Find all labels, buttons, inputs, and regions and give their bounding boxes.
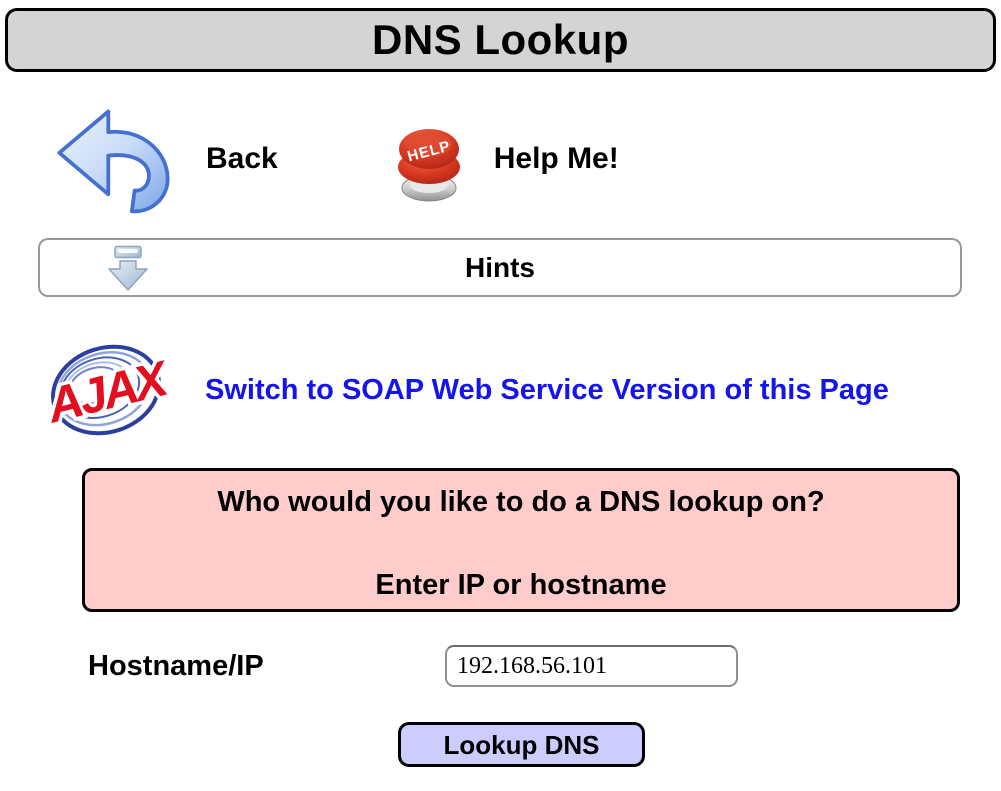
question-line-1: Who would you like to do a DNS lookup on… (85, 485, 957, 519)
lookup-dns-button[interactable]: Lookup DNS (398, 722, 645, 767)
hints-label: Hints (465, 252, 535, 284)
question-box: Who would you like to do a DNS lookup on… (82, 468, 960, 612)
help-label: Help Me! (494, 142, 619, 176)
switch-to-soap-link[interactable]: Switch to SOAP Web Service Version of th… (205, 374, 889, 407)
back-label: Back (206, 142, 278, 176)
ajax-row: AJAX Switch to SOAP Web Service Version … (0, 332, 1001, 448)
hints-toggle-bar[interactable]: Hints (38, 238, 962, 297)
hostname-input[interactable] (445, 645, 738, 687)
ajax-logo-icon: AJAX (45, 333, 167, 447)
help-icon: HELP (390, 115, 468, 203)
submit-row: Lookup DNS (0, 722, 1001, 767)
help-button[interactable]: HELP Help Me! (390, 115, 619, 203)
nav-row: Back HELP Help Me! (0, 102, 1001, 215)
hostname-form-row: Hostname/IP (0, 645, 1001, 687)
hostname-label: Hostname/IP (88, 650, 284, 683)
back-button[interactable]: Back (48, 102, 278, 215)
page-title: DNS Lookup (372, 16, 629, 64)
expand-down-arrow-icon (106, 245, 150, 293)
back-arrow-icon (48, 102, 178, 215)
page-title-bar: DNS Lookup (5, 8, 996, 72)
question-line-2: Enter IP or hostname (85, 568, 957, 602)
